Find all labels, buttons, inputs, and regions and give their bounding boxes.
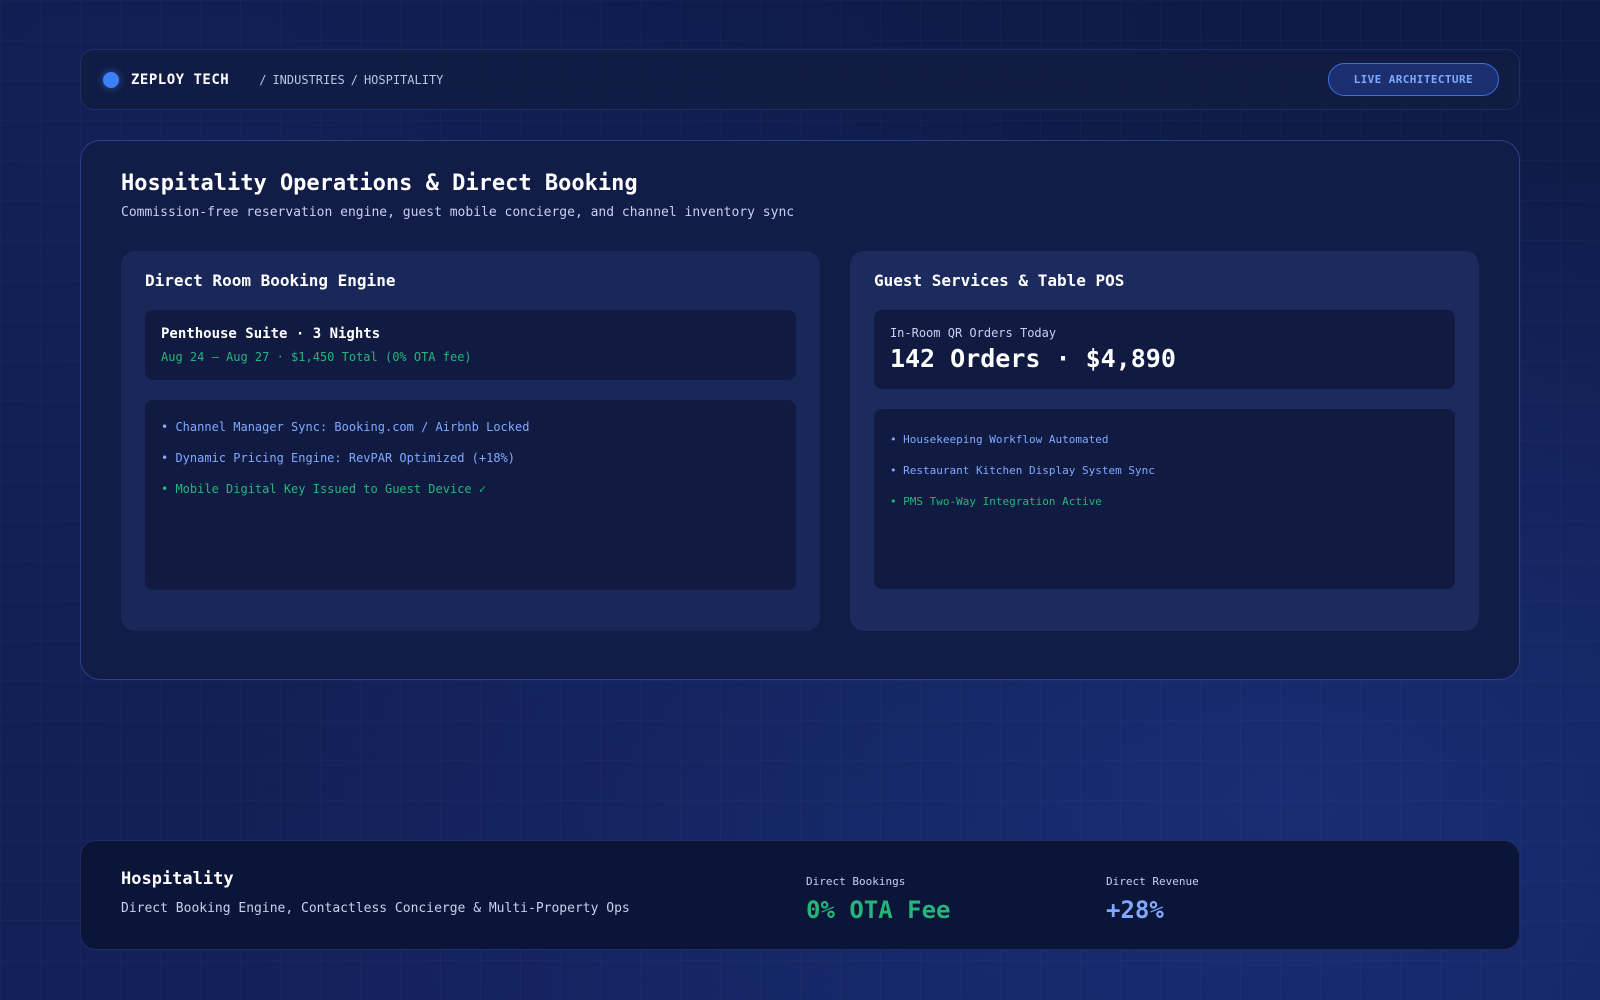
guest-services-panel: Guest Services & Table POS In-Room QR Or…	[849, 251, 1479, 631]
reservation-title: Penthouse Suite · 3 Nights	[161, 326, 381, 342]
list-item: • Restaurant Kitchen Display System Sync	[889, 464, 1155, 477]
metric-label: Direct Bookings	[806, 875, 906, 888]
feature-panels: Direct Room Booking Engine Penthouse Sui…	[121, 251, 1479, 631]
metric-value: 0% OTA Fee	[806, 896, 951, 924]
breadcrumb-separator: /	[259, 72, 267, 87]
booking-engine-panel: Direct Room Booking Engine Penthouse Sui…	[121, 251, 820, 631]
list-item: • PMS Two-Way Integration Active	[889, 495, 1102, 508]
list-item: • Mobile Digital Key Issued to Guest Dev…	[161, 482, 487, 496]
breadcrumb-item-hospitality[interactable]: HOSPITALITY	[364, 73, 443, 87]
brand-logo-icon	[103, 71, 119, 88]
industry-subtitle: Direct Booking Engine, Contactless Conci…	[121, 901, 630, 916]
orders-stat: In-Room QR Orders Today 142 Orders · $4,…	[873, 310, 1455, 389]
metric-direct-bookings: Direct Bookings 0% OTA Fee	[806, 875, 951, 924]
list-item: • Channel Manager Sync: Booking.com / Ai…	[161, 420, 530, 434]
booking-status-list: • Channel Manager Sync: Booking.com / Ai…	[145, 400, 796, 590]
industry-summary-card: Hospitality Direct Booking Engine, Conta…	[80, 840, 1520, 950]
breadcrumb-separator: /	[350, 72, 358, 87]
metric-direct-revenue: Direct Revenue +28%	[1106, 875, 1199, 924]
breadcrumb-item-industries[interactable]: INDUSTRIES	[272, 73, 344, 87]
panel-title: Guest Services & Table POS	[873, 271, 1125, 290]
top-navigation-bar: ZEPLOY TECH / INDUSTRIES / HOSPITALITY L…	[80, 49, 1520, 110]
live-architecture-button[interactable]: LIVE ARCHITECTURE	[1327, 63, 1499, 96]
reservation-detail: Aug 24 – Aug 27 · $1,450 Total (0% OTA f…	[161, 350, 472, 364]
industry-title: Hospitality	[121, 869, 234, 889]
stat-value: 142 Orders · $4,890	[889, 344, 1176, 373]
list-item: • Dynamic Pricing Engine: RevPAR Optimiz…	[161, 451, 516, 465]
metric-label: Direct Revenue	[1106, 875, 1199, 888]
hospitality-overview-card: Hospitality Operations & Direct Booking …	[80, 140, 1520, 680]
reservation-summary: Penthouse Suite · 3 Nights Aug 24 – Aug …	[145, 310, 796, 380]
stat-label: In-Room QR Orders Today	[889, 326, 1057, 340]
page-title: Hospitality Operations & Direct Booking	[121, 171, 638, 196]
brand-name[interactable]: ZEPLOY TECH	[131, 72, 229, 88]
list-item: • Housekeeping Workflow Automated	[889, 433, 1109, 446]
breadcrumb: / INDUSTRIES / HOSPITALITY	[259, 73, 443, 87]
metric-value: +28%	[1106, 896, 1164, 924]
panel-title: Direct Room Booking Engine	[145, 271, 396, 290]
page-subtitle: Commission-free reservation engine, gues…	[121, 205, 795, 220]
services-status-list: • Housekeeping Workflow Automated • Rest…	[873, 409, 1455, 589]
